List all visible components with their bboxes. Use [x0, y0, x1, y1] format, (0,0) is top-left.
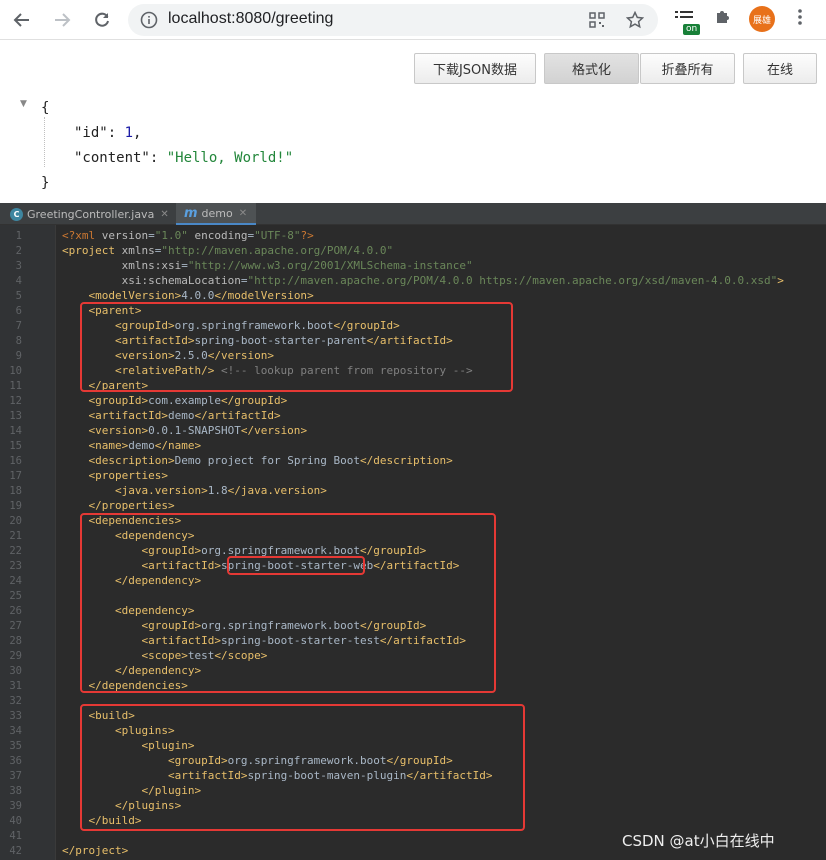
code-line[interactable]: xmlns:xsi="http://www.w3.org/2001/XMLSch… [62, 258, 473, 273]
code-line[interactable]: <artifactId>spring-boot-maven-plugin</ar… [62, 768, 493, 783]
code-line[interactable]: <project xmlns="http://maven.apache.org/… [62, 243, 393, 258]
tab-label: GreetingController.java [27, 207, 155, 221]
code-line[interactable]: <groupId>org.springframework.boot</group… [62, 318, 400, 333]
code-line[interactable]: <groupId>org.springframework.boot</group… [62, 543, 426, 558]
download-json-button[interactable]: 下载JSON数据 [414, 53, 536, 84]
code-line[interactable]: <dependency> [62, 603, 194, 618]
code-line[interactable]: <artifactId>demo</artifactId> [62, 408, 281, 423]
close-tab-icon[interactable]: ✕ [160, 209, 168, 220]
json-open-brace: { [41, 100, 50, 116]
code-line[interactable]: <description>Demo project for Spring Boo… [62, 453, 453, 468]
code-line[interactable]: <artifactId>spring-boot-starter-test</ar… [62, 633, 466, 648]
class-c-icon: C [10, 207, 23, 221]
code-line[interactable]: </project> [62, 843, 128, 858]
code-line[interactable]: <java.version>1.8</java.version> [62, 483, 327, 498]
code-line[interactable]: <version>2.5.0</version> [62, 348, 274, 363]
code-line[interactable]: <properties> [62, 468, 168, 483]
code-line[interactable]: </dependencies> [62, 678, 188, 693]
code-line[interactable]: <groupId>org.springframework.boot</group… [62, 753, 453, 768]
maven-m-icon: m [184, 205, 198, 221]
code-line[interactable]: <groupId>org.springframework.boot</group… [62, 618, 426, 633]
close-tab-icon[interactable]: ✕ [239, 208, 247, 219]
json-number-value: 1 [124, 125, 134, 141]
reload-icon [95, 12, 109, 27]
code-line[interactable]: </plugins> [62, 798, 181, 813]
code-line[interactable]: <groupId>com.example</groupId> [62, 393, 288, 408]
code-line[interactable]: <modelVersion>4.0.0</modelVersion> [62, 288, 314, 303]
code-line[interactable]: <relativePath/> <!-- lookup parent from … [62, 363, 473, 378]
collapse-toggle-icon[interactable]: ▼ [20, 99, 27, 109]
code-line[interactable]: </properties> [62, 498, 175, 513]
watermark-text: CSDN @at小白在线中 [622, 832, 775, 850]
code-line[interactable]: <artifactId>spring-boot-starter-parent</… [62, 333, 453, 348]
arrow-left-icon [13, 13, 29, 27]
json-content-line: "content": "Hello, World!" [74, 150, 294, 166]
tab-greeting-controller[interactable]: C GreetingController.java ✕ [8, 203, 176, 225]
back-button[interactable] [10, 8, 34, 32]
code-line[interactable]: </dependency> [62, 663, 201, 678]
tab-label: demo [201, 206, 233, 220]
json-id-line: "id": 1, [74, 125, 142, 141]
arrow-right-icon [55, 13, 71, 27]
indent-guide [44, 117, 45, 167]
menu-kebab-icon[interactable] [792, 8, 808, 30]
qr-code-icon[interactable] [588, 11, 606, 33]
online-button[interactable]: 在线 [743, 53, 817, 84]
code-line[interactable]: <?xml version="1.0" encoding="UTF-8"?> [62, 228, 314, 243]
code-line[interactable]: <name>demo</name> [62, 438, 202, 453]
code-line[interactable]: <version>0.0.1-SNAPSHOT</version> [62, 423, 308, 438]
code-line[interactable]: <plugin> [62, 738, 194, 753]
code-line[interactable]: <plugins> [62, 723, 175, 738]
code-area[interactable]: <?xml version="1.0" encoding="UTF-8"?> <p… [0, 225, 826, 860]
json-close-brace: } [41, 175, 50, 191]
code-line[interactable]: <parent> [62, 303, 142, 318]
code-line[interactable]: xsi:schemaLocation="http://maven.apache.… [62, 273, 784, 288]
code-line[interactable]: </plugin> [62, 783, 201, 798]
code-line[interactable]: <artifactId>spring-boot-starter-web</art… [62, 558, 459, 573]
collapse-all-button[interactable]: 折叠所有 [640, 53, 735, 84]
code-line[interactable]: </build> [62, 813, 142, 828]
json-string-value: "Hello, World!" [166, 150, 294, 166]
tab-demo[interactable]: m demo ✕ [176, 203, 256, 225]
code-line[interactable]: </parent> [62, 378, 149, 393]
ide-editor: C GreetingController.java ✕ m demo ✕ 123… [0, 203, 826, 860]
code-line[interactable]: <build> [62, 708, 135, 723]
extensions-puzzle-icon[interactable] [714, 8, 732, 30]
info-icon[interactable] [140, 11, 158, 33]
profile-avatar[interactable]: 展雄 [749, 6, 775, 32]
url-text[interactable]: localhost:8080/greeting [168, 10, 333, 28]
json-viewer: 下载JSON数据 格式化 折叠所有 在线 ▼ { "id": 1, "conte… [0, 41, 826, 202]
forward-button[interactable] [50, 8, 74, 32]
format-button[interactable]: 格式化 [544, 53, 639, 84]
code-line[interactable]: </dependency> [62, 573, 201, 588]
json-key: "id" [74, 125, 108, 141]
bookmark-star-icon[interactable] [625, 10, 645, 33]
browser-toolbar: localhost:8080/greeting on 展雄 [0, 0, 826, 40]
extension-on-badge: on [683, 24, 701, 35]
code-line[interactable]: <dependency> [62, 528, 194, 543]
reload-button[interactable] [90, 8, 114, 32]
editor-tab-bar: C GreetingController.java ✕ m demo ✕ [0, 203, 826, 225]
code-line[interactable]: <dependencies> [62, 513, 182, 528]
code-line[interactable]: <scope>test</scope> [62, 648, 267, 663]
address-bar[interactable]: localhost:8080/greeting [128, 4, 658, 36]
json-key: "content" [74, 150, 150, 166]
